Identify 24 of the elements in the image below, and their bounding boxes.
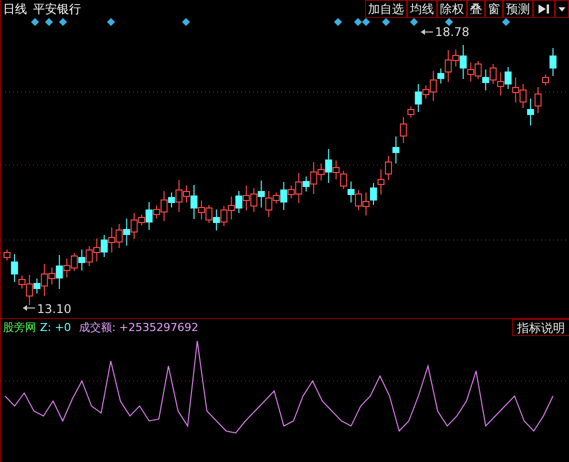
signal-marker-icon	[182, 18, 190, 26]
skip-to-end-icon[interactable]	[533, 0, 555, 18]
toolbar-button[interactable]: 叠	[467, 0, 485, 18]
signal-marker-icon	[334, 18, 342, 26]
volume-value: 成交额: +2535297692	[78, 320, 198, 335]
low-price-pointer	[22, 305, 36, 311]
low-price-label: 13.10	[37, 302, 72, 316]
indicator-name: 股旁网	[3, 320, 36, 335]
indicator-help-button[interactable]: 指标说明	[512, 319, 569, 336]
toolbar-button[interactable]: 加自选	[365, 0, 407, 18]
toolbar-button[interactable]: 窗	[485, 0, 503, 18]
toolbar-button[interactable]: 除权	[437, 0, 467, 18]
signal-marker-icon	[59, 18, 67, 26]
signal-marker-icon	[107, 18, 115, 26]
dropdown-caret-icon[interactable]	[555, 0, 569, 18]
stock-name: 平安银行	[33, 0, 81, 18]
toolbar-button[interactable]: 均线	[407, 0, 437, 18]
z-value: Z: +0	[40, 321, 71, 334]
high-price-pointer	[420, 29, 434, 35]
signal-marker-icon	[31, 18, 39, 26]
signal-marker-icon	[45, 18, 53, 26]
period-label: 日线	[3, 0, 27, 18]
toolbar-button[interactable]: 预测	[503, 0, 533, 18]
high-price-label: 18.78	[435, 25, 470, 39]
